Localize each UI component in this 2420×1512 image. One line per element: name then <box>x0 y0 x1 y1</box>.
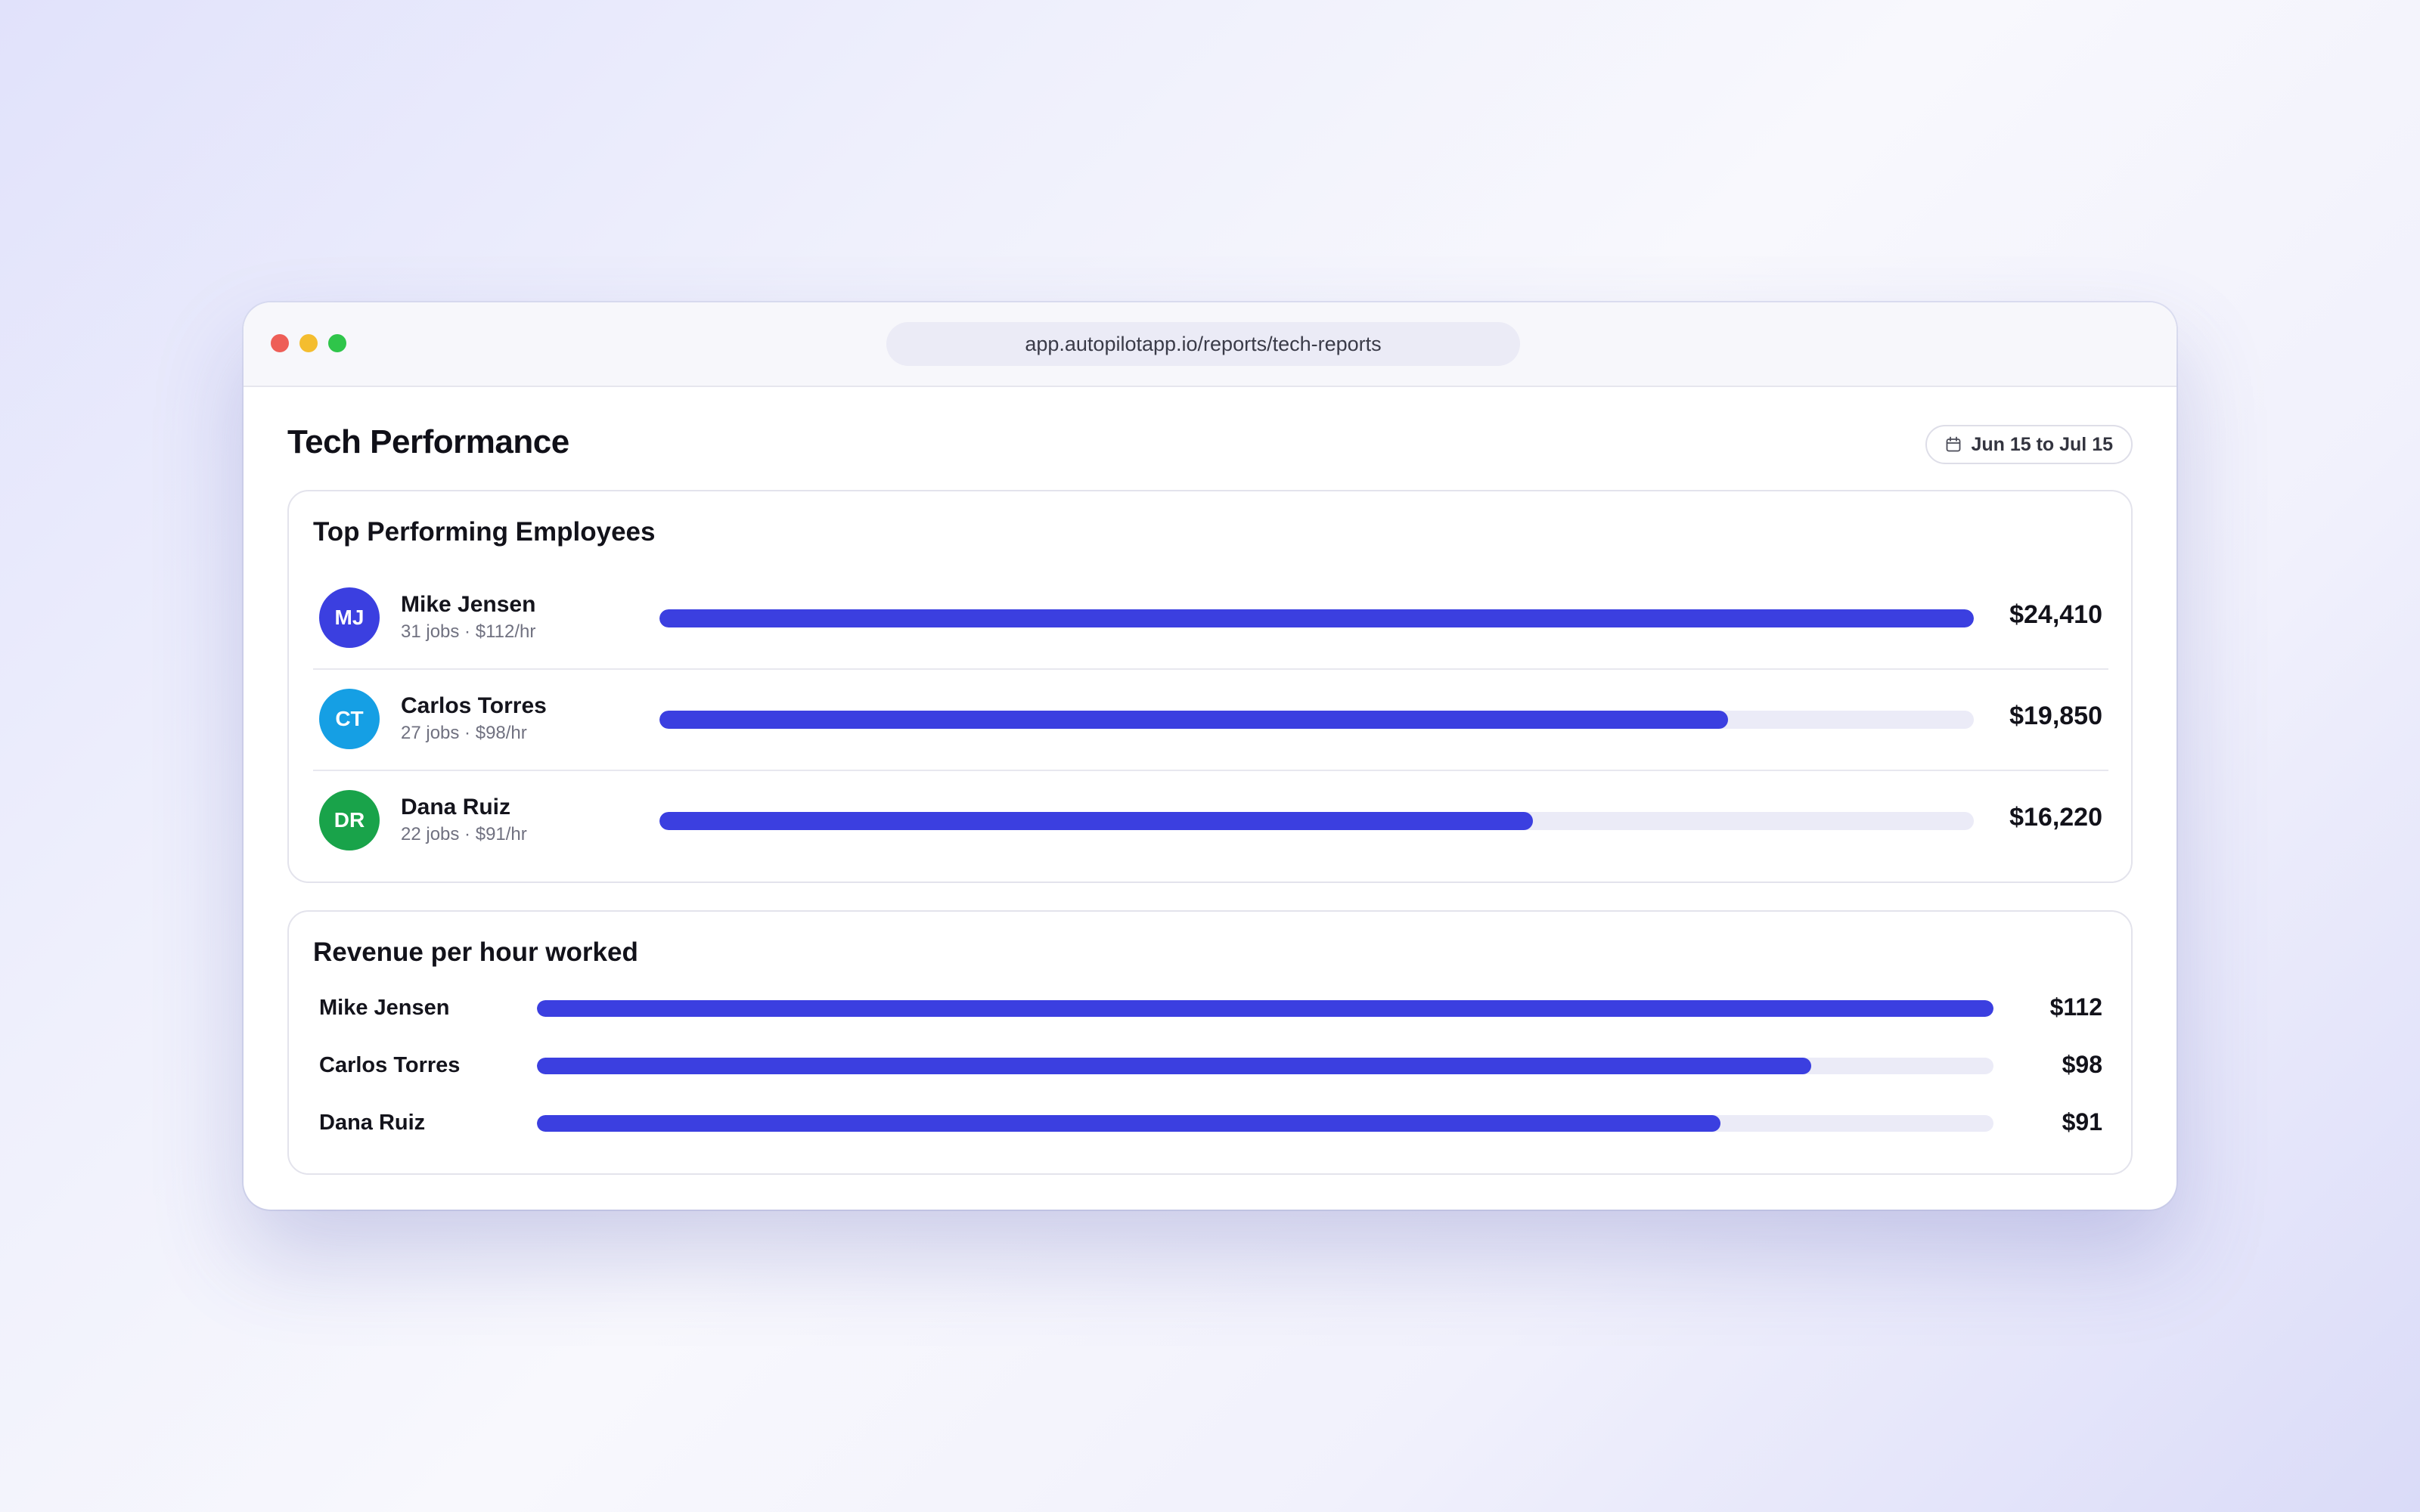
rate-value: $91 <box>2062 1108 2102 1136</box>
rate-row: Carlos Torres $98 <box>319 1045 2108 1087</box>
rate-bar-track <box>537 1000 1993 1017</box>
employee-name: Carlos Torres <box>401 693 547 718</box>
revenue-bar <box>659 609 1974 627</box>
rate-bar <box>537 1115 1720 1132</box>
maximize-window-button[interactable] <box>328 334 346 352</box>
page-title: Tech Performance <box>287 423 569 460</box>
employee-row[interactable]: CT Carlos Torres 27 jobs · $98/hr $19,85… <box>313 668 2108 770</box>
revenue-per-hour-title: Revenue per hour worked <box>313 937 638 967</box>
employee-name: Dana Ruiz <box>401 795 511 820</box>
employee-revenue: $16,220 <box>2009 803 2102 832</box>
rate-employee-name: Mike Jensen <box>319 996 450 1020</box>
avatar: MJ <box>319 587 380 648</box>
address-bar[interactable]: app.autopilotapp.io/reports/tech-reports <box>886 322 1520 366</box>
title-bar: app.autopilotapp.io/reports/tech-reports <box>244 302 2176 387</box>
rate-row: Mike Jensen $112 <box>319 987 2108 1030</box>
rate-bar <box>537 1058 1812 1074</box>
top-performers-title: Top Performing Employees <box>313 517 656 547</box>
browser-window: app.autopilotapp.io/reports/tech-reports… <box>244 302 2176 1210</box>
rate-employee-name: Carlos Torres <box>319 1053 461 1077</box>
rate-value: $98 <box>2062 1051 2102 1078</box>
date-range-label: Jun 15 to Jul 15 <box>1971 433 2113 455</box>
close-window-button[interactable] <box>271 334 289 352</box>
employee-row[interactable]: MJ Mike Jensen 31 jobs · $112/hr $24,410 <box>313 567 2108 668</box>
rate-bar <box>537 1000 1993 1017</box>
revenue-per-hour-card: Revenue per hour worked Mike Jensen $112… <box>287 910 2133 1175</box>
rate-bar-track <box>537 1058 1993 1074</box>
employee-row[interactable]: DR Dana Ruiz 22 jobs · $91/hr $16,220 <box>313 770 2108 871</box>
revenue-bar-track <box>659 812 1974 830</box>
rate-employee-name: Dana Ruiz <box>319 1111 426 1135</box>
top-performers-card: Top Performing Employees MJ Mike Jensen … <box>287 490 2133 883</box>
employee-name: Mike Jensen <box>401 592 536 617</box>
employee-meta: 31 jobs · $112/hr <box>401 621 536 642</box>
employee-revenue: $24,410 <box>2009 600 2102 629</box>
date-range-picker[interactable]: Jun 15 to Jul 15 <box>1925 425 2133 464</box>
calendar-icon <box>1947 436 1961 452</box>
revenue-bar-track <box>659 609 1974 627</box>
rate-row: Dana Ruiz $91 <box>319 1102 2108 1145</box>
minimize-window-button[interactable] <box>299 334 318 352</box>
rate-bar-track <box>537 1115 1993 1132</box>
revenue-bar <box>659 711 1729 729</box>
employee-meta: 27 jobs · $98/hr <box>401 723 527 743</box>
revenue-bar-track <box>659 711 1974 729</box>
employee-meta: 22 jobs · $91/hr <box>401 824 527 844</box>
revenue-bar <box>659 812 1533 830</box>
avatar: CT <box>319 689 380 749</box>
rate-value: $112 <box>2049 993 2102 1021</box>
avatar: DR <box>319 790 380 850</box>
employee-revenue: $19,850 <box>2009 702 2102 730</box>
